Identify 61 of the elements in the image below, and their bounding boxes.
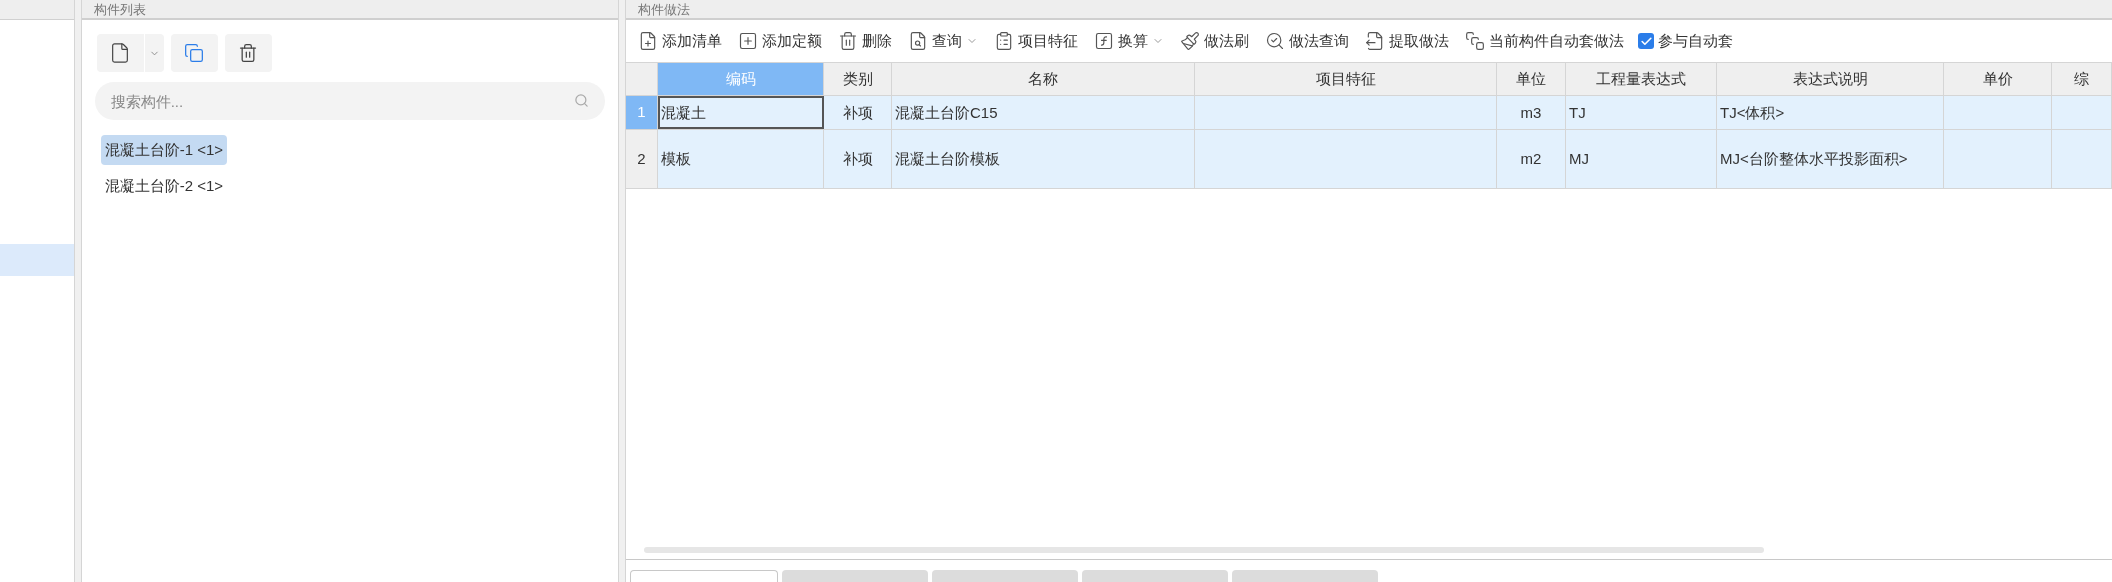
square-plus-icon [738,31,758,51]
toolbar-button[interactable]: 换算 [1088,27,1170,55]
list-item[interactable]: 混凝土台阶-1 <1> [100,135,228,165]
toolbar-button[interactable]: 添加清单 [632,27,728,55]
copy-button[interactable] [170,34,218,72]
column-header[interactable]: 类别 [824,63,892,95]
checkbox-icon[interactable] [1638,33,1654,49]
search-field[interactable]: 搜索构件... [94,82,606,120]
paintbrush-icon [1180,31,1200,51]
bottom-tab[interactable] [932,570,1078,582]
search-icon [574,93,590,108]
toolbar-button[interactable]: 提取做法 [1359,27,1455,55]
file-output-icon [1365,31,1385,51]
table-cell-text: 模板 [661,149,691,169]
function-icon [1094,31,1114,51]
toolbar-button[interactable]: 删除 [832,27,898,55]
toolbar-button[interactable]: 当前构件自动套做法 [1459,27,1630,55]
list-item[interactable]: 混凝土台阶-2 <1> [100,171,228,201]
table-cell-text: m3 [1520,102,1542,123]
toolbar-button[interactable]: 做法刷 [1174,27,1255,55]
column-header[interactable]: 名称 [892,63,1195,95]
table-cell-text: 混凝土台阶模板 [895,149,1000,169]
table-cell-text: MJ<台阶整体水平投影面积> [1720,149,1908,169]
trash-icon [838,31,858,51]
selected-row-highlight[interactable] [0,244,74,276]
table-cell-text: m2 [1520,149,1542,169]
column-header[interactable]: 项目特征 [1195,63,1497,95]
column-header[interactable]: 单价 [1944,63,2052,95]
bottom-tab[interactable] [782,570,928,582]
horizontal-scrollbar[interactable] [644,547,1764,553]
table-cell-text: 混凝土台阶C15 [895,102,998,123]
table-cell-text: 补项 [842,149,873,169]
toolbar-button[interactable]: 做法查询 [1259,27,1355,55]
search-icon [1265,31,1285,51]
bottom-tab[interactable] [630,570,778,582]
toolbar-button[interactable]: 查询 [902,27,984,55]
toolbar-button[interactable]: 添加定额 [732,27,828,55]
panel-title: 构件做法 [638,2,690,16]
bottom-tab[interactable] [1232,570,1378,582]
bottom-tab[interactable] [1082,570,1228,582]
column-header[interactable]: 工程量表达式 [1566,63,1717,95]
copy-icon [184,43,205,63]
table-cell-text: 混凝土 [661,102,706,123]
new-button[interactable] [96,34,144,72]
table-cell-text: MJ [1569,149,1589,169]
clipboard-list-icon [994,31,1014,51]
file-search-icon [908,31,928,51]
table-cell-text: 补项 [842,102,873,123]
toolbar-button[interactable]: 项目特征 [988,27,1084,55]
table-cell-text: TJ [1569,102,1586,123]
column-header[interactable]: 单位 [1497,63,1566,95]
row-number[interactable]: 2 [626,130,658,188]
delete-button[interactable] [224,34,272,72]
column-header[interactable]: 综 [2052,63,2112,95]
auto-apply-checkbox[interactable]: 参与自动套 [1634,29,1737,53]
trash-icon [238,43,259,63]
file-plus-icon [638,31,658,51]
stack-icon [1465,31,1485,51]
panel-title: 构件列表 [93,2,146,16]
column-header[interactable]: 表达式说明 [1717,63,1944,95]
table-cell-text: TJ<体积> [1720,102,1785,123]
